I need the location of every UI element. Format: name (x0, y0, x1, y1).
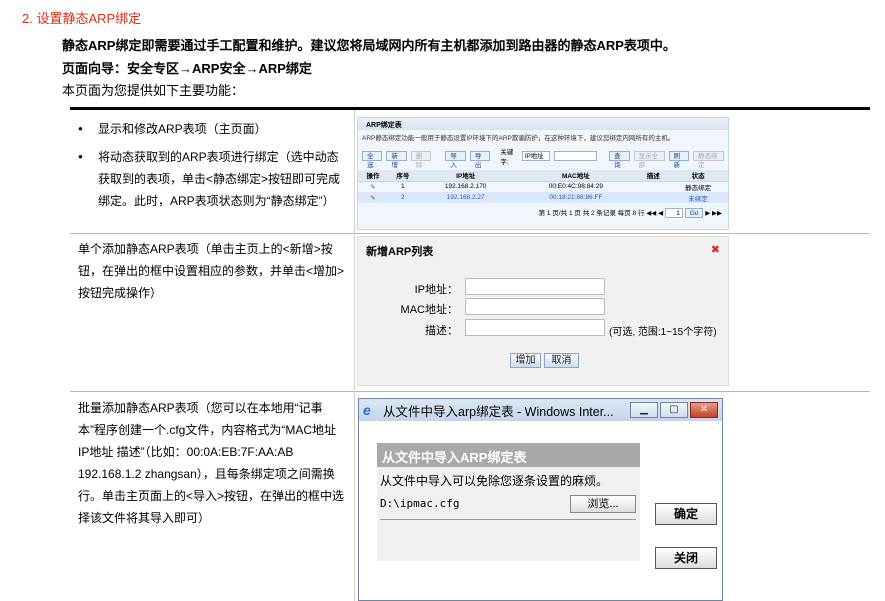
col-header: IP地址 (417, 170, 514, 182)
keyword-input[interactable] (554, 151, 598, 161)
close-icon[interactable]: ✖ (711, 243, 720, 256)
table-top-rule (70, 107, 870, 110)
arp-table-title: ARP绑定表 (358, 118, 728, 130)
go-button[interactable]: Go (684, 208, 704, 218)
col-header: 序号 (387, 170, 418, 182)
next-page-icon[interactable]: ▶ ▶▶ (705, 210, 722, 217)
row-mac: 00:E0:4C:98:84:29 (548, 183, 603, 191)
import-panel: 从文件中导入ARP绑定表 从文件中导入可以免除您逐条设置的麻烦。 D:\ipma… (377, 443, 640, 561)
keyword-select[interactable]: IP地址 (521, 151, 551, 161)
arp-toolbar: 全选 新增 删除 导入 导出 关键字: IP地址 查询 显示全部 刷新 静态绑定 (358, 144, 728, 169)
export-button[interactable]: 导出 (469, 151, 491, 169)
pager: 第 1 页/共 1 页 共 2 条记录 每页 8 行 ◀◀ ◀ 1 Go ▶ ▶… (358, 203, 728, 218)
row-no: 2 (387, 192, 418, 203)
file-path-input[interactable]: D:\ipmac.cfg (380, 497, 459, 510)
keyword-label: 关键字: (500, 149, 514, 166)
desc-hint: (可选, 范围:1~15个字符) (609, 327, 717, 338)
row-mac: 00:18:21:88:86:FF (513, 192, 639, 203)
add-button[interactable]: 增加 (510, 353, 541, 368)
row-ip: 192.168.2.170 (444, 183, 487, 191)
dialog-title: 新增ARP列表 (366, 246, 434, 258)
row-status: 未绑定 (668, 192, 728, 203)
browse-button[interactable]: 浏览... (570, 495, 636, 513)
arp-table-screenshot: ARP绑定表 ARP静态绑定功能一般用于静态设置IP环境下的ARP欺骗防护，在这… (357, 117, 729, 230)
add-arp-dialog: 新增ARP列表 ✖ IP地址： MAC地址： 描述： (可选, 范围:1~15个… (357, 236, 729, 386)
col-header: 状态 (668, 170, 728, 182)
page-input[interactable]: 1 (664, 208, 683, 218)
desc-input[interactable] (465, 319, 605, 336)
prev-page-icon[interactable]: ◀◀ ◀ (646, 210, 663, 217)
col-header: 描述 (638, 170, 669, 182)
batch-add-desc: 批量添加静态ARP表项（您可以在本地用“记事本”程序创建一个.cfg文件，内容格… (78, 401, 345, 525)
col-header: MAC地址 (513, 170, 639, 182)
window-titlebar: e 从文件中导入arp绑定表 - Windows Inter... ▁ ▢ ✕ (359, 399, 722, 421)
intro-text: 静态ARP绑定即需要通过手工配置和维护。建议您将局域网内所有主机都添加到路由器的… (62, 38, 676, 53)
import-window: e 从文件中导入arp绑定表 - Windows Inter... ▁ ▢ ✕ … (358, 398, 723, 601)
column-divider (354, 110, 355, 601)
panel-desc: 从文件中导入可以免除您逐条设置的麻烦。 (380, 474, 609, 488)
single-add-desc: 单个添加静态ARP表项（单击主页上的<新增>按钮，在弹出的框中设置相应的参数，并… (78, 242, 345, 300)
row-desc (638, 181, 668, 192)
row-no: 1 (401, 183, 405, 191)
row-divider (70, 391, 870, 392)
refresh-button[interactable]: 刷新 (668, 151, 690, 169)
feature-list: 显示和修改ARP表项（主页面） 将动态获取到的ARP表项进行绑定（选中动态获取到… (78, 118, 350, 218)
import-button[interactable]: 导入 (445, 151, 466, 169)
add-button[interactable]: 新增 (386, 151, 407, 169)
pager-text: 第 1 页/共 1 页 共 2 条记录 每页 8 行 (538, 210, 645, 217)
window-title: 从文件中导入arp绑定表 - Windows Inter... (383, 404, 614, 419)
row-ip: 192.168.2.27 (417, 192, 514, 203)
arp-table-note: ARP静态绑定功能一般用于静态设置IP环境下的ARP欺骗防护，在这种环境下，建议… (362, 135, 675, 142)
show-all-button[interactable]: 显示全部 (633, 151, 665, 169)
row-divider (70, 233, 870, 234)
row-status: 静态绑定 (685, 184, 712, 192)
section-title: 2. 设置静态ARP绑定 (22, 11, 142, 26)
minimize-icon[interactable]: ▁ (630, 402, 658, 418)
close-icon[interactable]: ✕ (690, 402, 718, 418)
divider (380, 519, 636, 520)
select-all-button[interactable]: 全选 (362, 151, 383, 169)
table-row[interactable]: ✎ 1 192.168.2.170 00:E0:4C:98:84:29 静态绑定 (358, 181, 728, 192)
panel-title: 从文件中导入ARP绑定表 (377, 443, 640, 467)
feature-item: 将动态获取到的ARP表项进行绑定（选中动态获取到的表项，单击<静态绑定>按钮即可… (78, 146, 350, 212)
ok-button[interactable]: 确定 (655, 503, 717, 525)
close-button[interactable]: 关闭 (655, 547, 717, 569)
desc-label: 描述： (425, 325, 458, 337)
mac-input[interactable] (465, 298, 605, 315)
arp-table: 操作 序号 IP地址 MAC地址 描述 状态 ✎ 1 192.168.2.170… (358, 170, 728, 203)
feature-item: 显示和修改ARP表项（主页面） (78, 118, 350, 140)
static-bind-button[interactable]: 静态绑定 (693, 151, 724, 169)
ie-icon: e (363, 402, 371, 418)
ip-label: IP地址： (414, 284, 458, 296)
maximize-icon[interactable]: ▢ (660, 402, 688, 418)
ip-input[interactable] (465, 278, 605, 295)
edit-icon[interactable]: ✎ (370, 195, 375, 202)
col-header: 操作 (358, 170, 388, 182)
lead-text: 本页面为您提供如下主要功能： (62, 83, 245, 98)
row-desc (638, 192, 669, 203)
table-row[interactable]: ✎ 2 192.168.2.27 00:18:21:88:86:FF 未绑定 (358, 192, 728, 203)
delete-button[interactable]: 删除 (410, 151, 432, 169)
page-nav-path: 页面向导：安全专区→ARP安全→ARP绑定 (62, 61, 312, 76)
mac-label: MAC地址： (400, 304, 458, 316)
query-button[interactable]: 查询 (609, 151, 630, 169)
cancel-button[interactable]: 取消 (544, 353, 579, 368)
edit-icon[interactable]: ✎ (370, 184, 375, 191)
